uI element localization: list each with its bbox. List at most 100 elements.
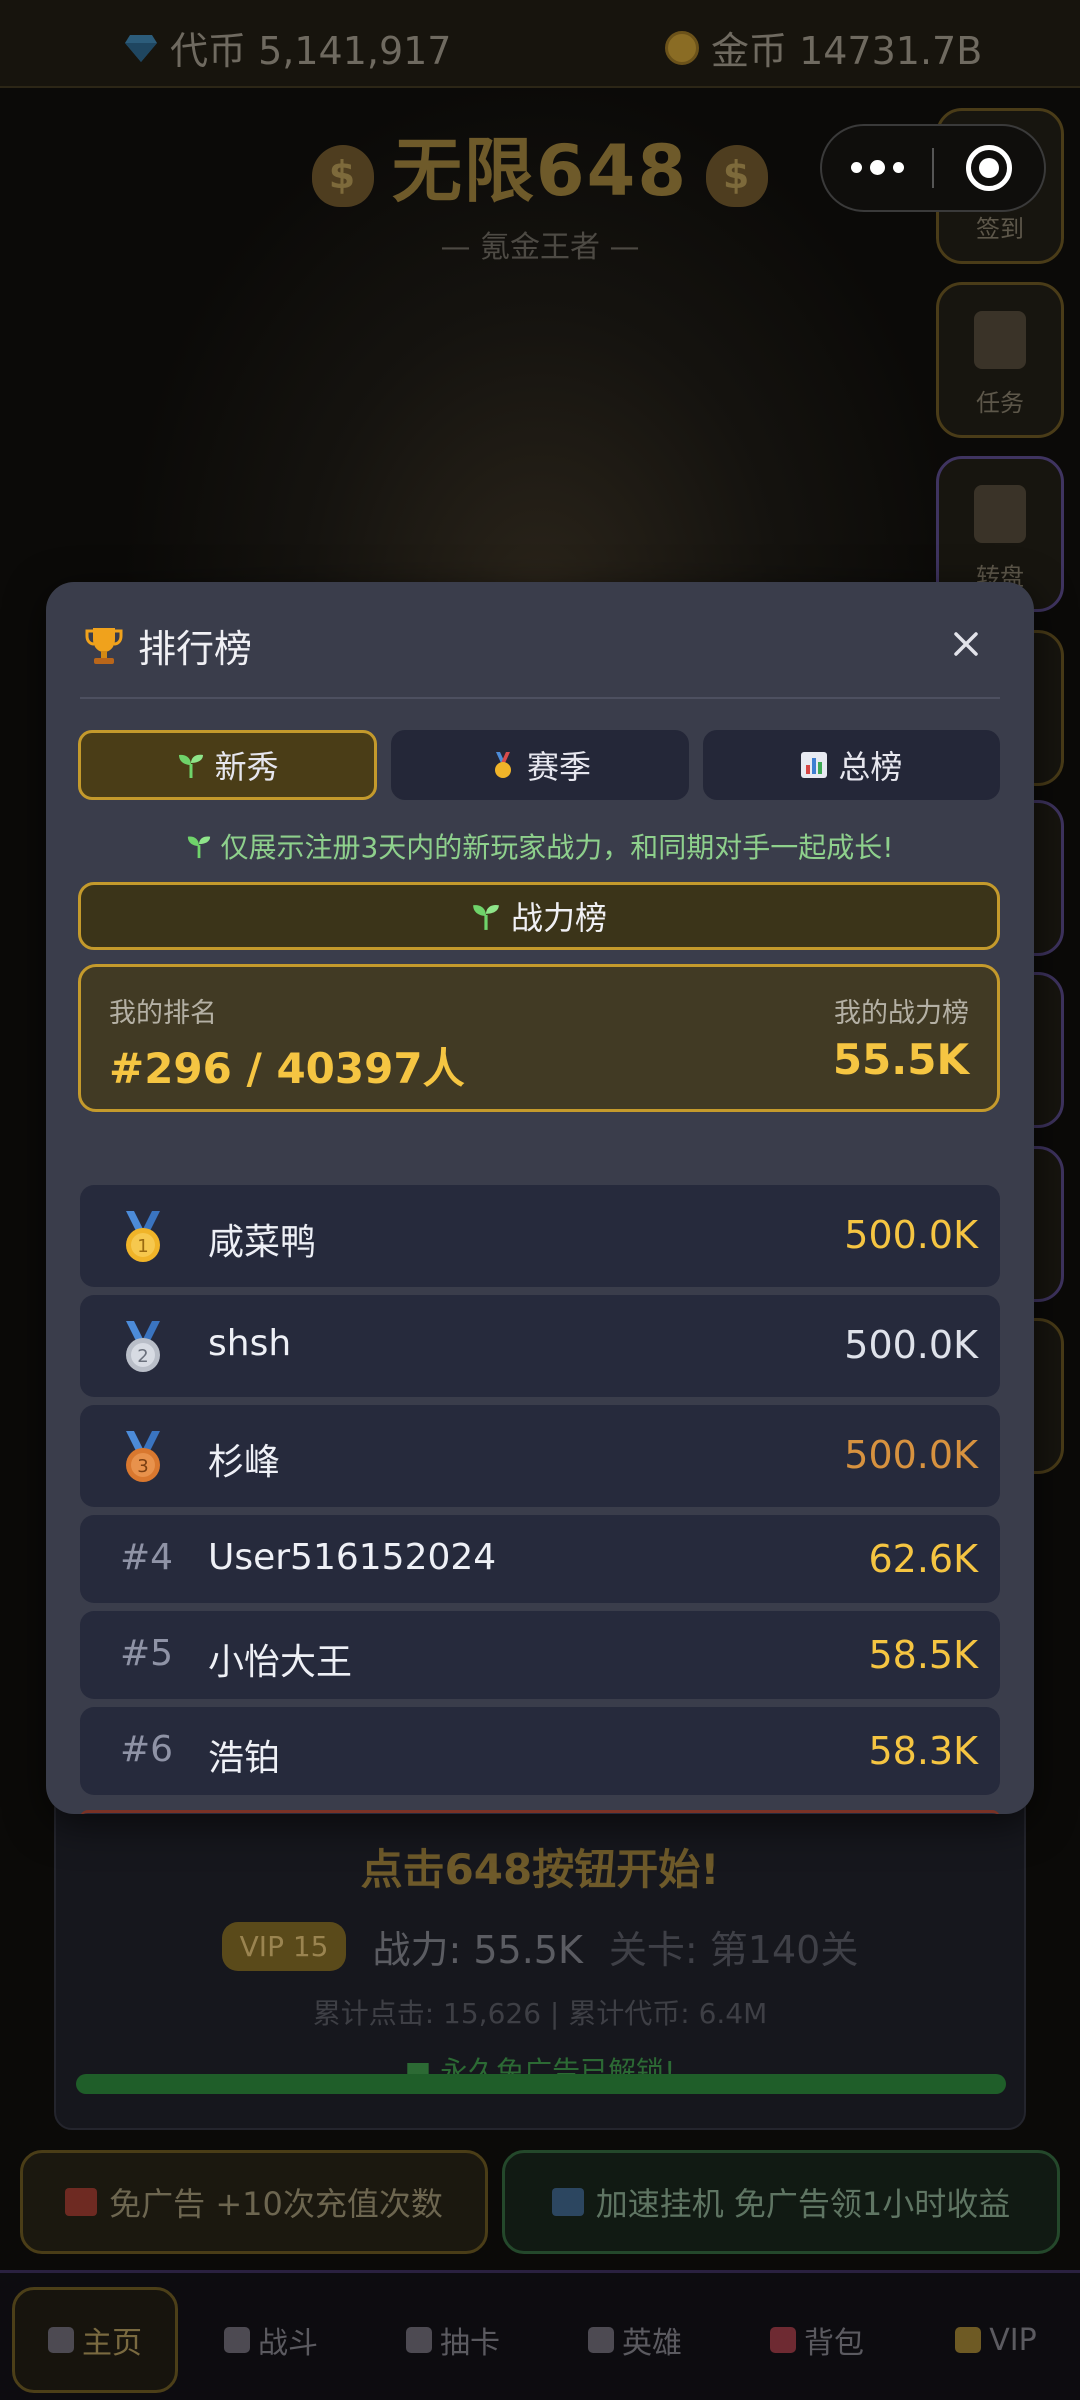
token-value: 代币 5,141,917 — [170, 29, 452, 73]
swords-icon — [224, 2327, 250, 2353]
sprout-icon — [473, 905, 499, 930]
svg-text:1: 1 — [137, 1236, 148, 1257]
header-divider — [80, 697, 1000, 699]
tab-heroes-label: 英雄 — [622, 2326, 682, 2361]
modal-title: 排行榜 — [138, 627, 253, 671]
more-menu-button[interactable] — [822, 159, 932, 175]
target-icon — [965, 145, 1012, 191]
tab-rookie[interactable]: 新秀 — [78, 730, 378, 800]
gold-stat: 金币 14731.7B — [665, 20, 982, 75]
gold-medal-icon: 1 — [126, 1211, 160, 1262]
speed-idle-button[interactable]: 加速挂机 免广告领1小时收益 — [502, 2150, 1060, 2254]
tab-overall-label: 总榜 — [838, 748, 903, 786]
player-score: 500.0K — [844, 1433, 978, 1477]
player-score: 58.3K — [868, 1729, 978, 1773]
trophy-icon — [85, 627, 123, 664]
vip-badge: VIP 15 — [221, 1922, 347, 1971]
hero-icon — [588, 2327, 614, 2353]
crown-icon — [955, 2327, 982, 2353]
rank-number: #6 — [120, 1729, 174, 1770]
my-rank-label: 我的排名 — [109, 998, 217, 1029]
tab-bag[interactable]: 背包 — [742, 2287, 892, 2393]
power-ranking-label: 战力榜 — [510, 899, 607, 937]
tasks-button[interactable]: 任务 — [936, 282, 1064, 438]
rookie-hint: 仅展示注册3天内的新玩家战力，和同期对手一起成长! — [46, 826, 1034, 866]
leaderboard-row[interactable]: 2 shsh 500.0K — [80, 1295, 1000, 1397]
modal-header: 排行榜 — [84, 618, 252, 673]
player-name: 浩铂 — [208, 1738, 281, 1779]
leaderboard-row[interactable]: 1 咸菜鸭 500.0K — [80, 1185, 1000, 1287]
player-name: shsh — [208, 1323, 292, 1364]
ferris-wheel-icon — [974, 485, 1026, 543]
player-name: 咸菜鸭 — [208, 1222, 317, 1263]
coin-icon — [665, 30, 699, 65]
checkin-label: 签到 — [976, 215, 1024, 243]
my-power-value: 55.5K — [832, 1035, 969, 1084]
cumulative-stats: 累计点击: 15,626 | 累计代币: 6.4M — [312, 1997, 768, 2030]
tab-vip-label: VIP — [989, 2322, 1037, 2358]
tab-gacha-label: 抽卡 — [440, 2326, 500, 2361]
rank-number: #5 — [120, 1633, 174, 1674]
fast-forward-icon — [551, 2188, 584, 2216]
bottom-tabbar: 主页 战斗 抽卡 英雄 背包 VIP — [0, 2270, 1080, 2400]
player-name: 小怡大王 — [208, 1642, 353, 1683]
my-power-label: 我的战力榜 — [834, 998, 969, 1029]
my-rank-card: 我的排名 我的战力榜 #296 / 40397人 55.5K — [78, 964, 1000, 1112]
tab-season-label: 赛季 — [526, 748, 591, 786]
money-bag-icon — [706, 144, 769, 207]
rank-number: #4 — [120, 1537, 174, 1578]
leaderboard-row[interactable]: #5 小怡大王 58.5K — [80, 1611, 1000, 1699]
sprout-icon — [178, 754, 203, 778]
tab-battle[interactable]: 战斗 — [196, 2287, 346, 2393]
leaderboard-row[interactable]: #6 浩铂 58.3K — [80, 1707, 1000, 1795]
gold-value: 金币 14731.7B — [711, 29, 983, 73]
cards-icon — [406, 2327, 432, 2353]
sprout-icon — [188, 836, 211, 859]
tab-vip[interactable]: VIP — [924, 2287, 1068, 2393]
tab-rookie-label: 新秀 — [214, 748, 279, 786]
currency-bar: 代币 5,141,917 金币 14731.7B — [0, 0, 1080, 88]
diamond-icon — [125, 34, 157, 62]
progress-bar — [76, 2074, 1006, 2094]
bronze-medal-icon: 3 — [126, 1431, 160, 1482]
leaderboard-row[interactable]: 3 杉峰 500.0K — [80, 1405, 1000, 1507]
token-stat: 代币 5,141,917 — [124, 20, 451, 75]
miniprogram-capsule — [820, 124, 1046, 212]
close-miniprogram-button[interactable] — [934, 145, 1044, 191]
tasks-label: 任务 — [976, 389, 1024, 417]
svg-text:3: 3 — [137, 1456, 148, 1477]
player-name: User516152024 — [208, 1537, 497, 1578]
tab-overall[interactable]: 总榜 — [702, 730, 1000, 800]
money-bag-icon — [311, 144, 374, 207]
stage-text: 关卡: 第140关 — [608, 1928, 859, 1972]
bar-chart-icon — [801, 752, 828, 778]
speed-label: 加速挂机 免广告领1小时收益 — [595, 2185, 1011, 2223]
game-title-text: 无限648 — [391, 130, 689, 212]
silver-medal-icon: 2 — [126, 1321, 160, 1372]
tab-season[interactable]: 赛季 — [391, 730, 689, 800]
player-name: 杉峰 — [208, 1442, 281, 1483]
player-score: 62.6K — [868, 1537, 978, 1581]
power-ranking-tab[interactable]: 战力榜 — [78, 882, 1000, 950]
close-icon[interactable] — [944, 622, 988, 666]
tab-bag-label: 背包 — [804, 2326, 864, 2361]
power-text: 战力: 55.5K — [372, 1928, 583, 1972]
backpack-icon — [770, 2327, 796, 2353]
game-subtitle: — 氪金王者 — — [440, 230, 640, 265]
leaderboard-row[interactable]: #4 User516152024 62.6K — [80, 1515, 1000, 1603]
status-panel: 点击648按钮开始! VIP 15 战力: 55.5K 关卡: 第140关 累计… — [54, 1790, 1026, 2130]
next-row-peek — [80, 1810, 1000, 1814]
rookie-hint-text: 仅展示注册3天内的新玩家战力，和同期对手一起成长! — [220, 831, 894, 864]
svg-text:2: 2 — [137, 1346, 148, 1367]
medal-icon — [494, 752, 511, 778]
tab-home[interactable]: 主页 — [12, 2287, 178, 2393]
tab-heroes[interactable]: 英雄 — [560, 2287, 710, 2393]
tab-battle-label: 战斗 — [258, 2326, 318, 2361]
tab-gacha[interactable]: 抽卡 — [378, 2287, 528, 2393]
player-score: 500.0K — [844, 1323, 978, 1367]
no-ad-recharge-button[interactable]: 免广告 +10次充值次数 — [20, 2150, 488, 2254]
leaderboard-tabs: 新秀 赛季 总榜 — [78, 730, 1000, 800]
clipboard-icon — [974, 311, 1026, 369]
tab-home-label: 主页 — [82, 2326, 142, 2361]
player-score: 58.5K — [868, 1633, 978, 1677]
